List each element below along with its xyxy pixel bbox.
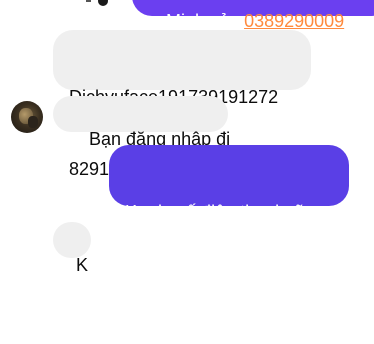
message-text: K bbox=[76, 255, 89, 275]
read-receipt-dot bbox=[98, 0, 108, 6]
incoming-message[interactable]: K bbox=[53, 222, 91, 275]
incoming-message[interactable]: Bạn đăng nhập đi bbox=[53, 96, 230, 149]
outgoing-message[interactable]: Minh sản 0389290009 bbox=[132, 0, 374, 31]
avatar-shadow-icon bbox=[28, 116, 38, 128]
message-line: Ko dn số điện thoại nữa bbox=[125, 202, 317, 222]
phone-link[interactable]: 0389290009 bbox=[244, 11, 344, 31]
incoming-message[interactable]: Dichvuface191739191272 82919kakshkj10 bbox=[53, 30, 311, 179]
message-text: Minh sản bbox=[166, 11, 245, 31]
avatar[interactable] bbox=[11, 101, 43, 133]
divider bbox=[86, 0, 91, 2]
message-line: hả bbox=[125, 274, 146, 294]
outgoing-message[interactable]: Ko dn số điện thoại nữa hả bbox=[109, 145, 349, 294]
